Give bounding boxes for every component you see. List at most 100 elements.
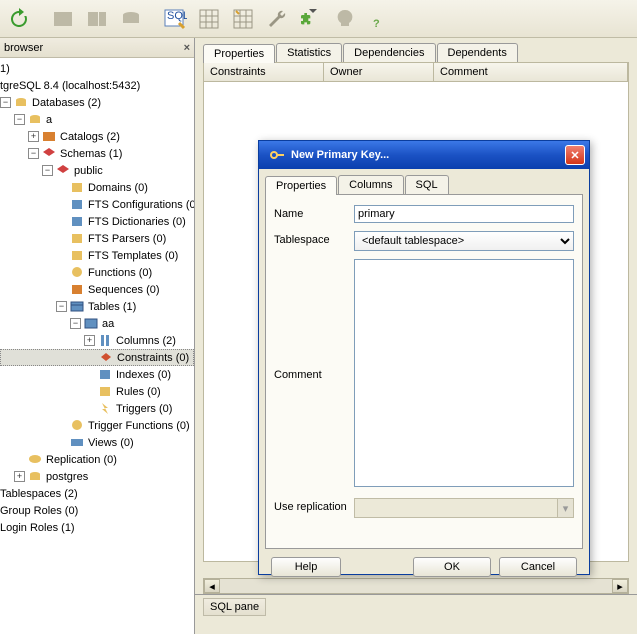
collapse-icon[interactable]: − xyxy=(28,148,39,159)
tab-properties[interactable]: Properties xyxy=(203,44,275,63)
domains-icon xyxy=(70,181,85,194)
col-owner[interactable]: Owner xyxy=(324,63,434,81)
constraints-icon xyxy=(99,351,114,364)
help-icon[interactable]: ? xyxy=(364,4,394,34)
scroll-left-icon[interactable]: ◂ xyxy=(204,579,220,593)
dlg-tab-columns[interactable]: Columns xyxy=(338,175,403,194)
views-node[interactable]: Views (0) xyxy=(88,437,134,449)
scroll-right-icon[interactable]: ▸ xyxy=(612,579,628,593)
object-browser-panel: browser × 1) tgreSQL 8.4 (localhost:5432… xyxy=(0,38,195,634)
rules-icon xyxy=(98,385,113,398)
grid-header: Constraints Owner Comment xyxy=(203,62,629,82)
replication-node[interactable]: Replication (0) xyxy=(46,454,117,466)
public-node[interactable]: public xyxy=(74,165,103,177)
main-tabbar: Properties Statistics Dependencies Depen… xyxy=(195,38,637,62)
db-a-node[interactable]: a xyxy=(46,114,52,126)
rules-node[interactable]: Rules (0) xyxy=(116,386,161,398)
expand-icon[interactable]: + xyxy=(84,335,95,346)
fts-dict-node[interactable]: FTS Dictionaries (0) xyxy=(88,216,186,228)
fts-template-icon xyxy=(70,249,85,262)
tb-icon-1[interactable] xyxy=(48,4,78,34)
columns-node[interactable]: Columns (2) xyxy=(116,335,176,347)
collapse-icon[interactable]: − xyxy=(42,165,53,176)
collapse-icon[interactable]: − xyxy=(0,97,11,108)
collapse-icon[interactable]: − xyxy=(14,114,25,125)
object-tree[interactable]: 1) tgreSQL 8.4 (localhost:5432) −Databas… xyxy=(0,58,194,634)
database-group-icon xyxy=(14,96,29,109)
trig-func-node[interactable]: Trigger Functions (0) xyxy=(88,420,190,432)
label-tablespace: Tablespace xyxy=(274,231,354,246)
ok-button[interactable]: OK xyxy=(413,557,491,577)
constraints-node[interactable]: Constraints (0) xyxy=(117,352,189,364)
table-icon xyxy=(84,317,99,330)
catalogs-node[interactable]: Catalogs (2) xyxy=(60,131,120,143)
triggers-icon xyxy=(98,402,113,415)
close-icon[interactable]: × xyxy=(184,42,190,54)
expand-icon[interactable]: + xyxy=(28,131,39,142)
tb-icon-3[interactable] xyxy=(116,4,146,34)
dialog-titlebar[interactable]: New Primary Key... ✕ xyxy=(259,141,589,169)
functions-node[interactable]: Functions (0) xyxy=(88,267,152,279)
login-roles-node[interactable]: Login Roles (1) xyxy=(0,522,75,534)
collapse-icon[interactable]: − xyxy=(56,301,67,312)
plugin-icon[interactable] xyxy=(296,4,326,34)
expand-icon[interactable]: + xyxy=(14,471,25,482)
new-primary-key-dialog: New Primary Key... ✕ Properties Columns … xyxy=(258,140,590,575)
sql-pane: SQL pane xyxy=(195,594,637,634)
wrench-icon[interactable] xyxy=(262,4,292,34)
label-name: Name xyxy=(274,205,354,220)
database-icon xyxy=(28,470,43,483)
use-replication-select: ▾ xyxy=(354,498,574,518)
grid-icon-2[interactable] xyxy=(228,4,258,34)
grid-icon-1[interactable] xyxy=(194,4,224,34)
server-node[interactable]: tgreSQL 8.4 (localhost:5432) xyxy=(0,80,140,92)
fts-pars-node[interactable]: FTS Parsers (0) xyxy=(88,233,166,245)
sequences-node[interactable]: Sequences (0) xyxy=(88,284,160,296)
collapse-icon[interactable]: − xyxy=(70,318,81,329)
dialog-page-properties: Name Tablespace <default tablespace> Com… xyxy=(265,194,583,549)
dialog-close-button[interactable]: ✕ xyxy=(565,145,585,165)
tab-dependents[interactable]: Dependents xyxy=(437,43,518,62)
dialog-button-row: Help OK Cancel xyxy=(265,549,583,577)
name-input[interactable] xyxy=(354,205,574,223)
schema-icon xyxy=(56,164,71,177)
triggers-node[interactable]: Triggers (0) xyxy=(116,403,172,415)
replication-icon xyxy=(28,453,43,466)
postgres-node[interactable]: postgres xyxy=(46,471,88,483)
tb-icon-2[interactable] xyxy=(82,4,112,34)
fts-parser-icon xyxy=(70,232,85,245)
indexes-icon xyxy=(98,368,113,381)
tablespaces-node[interactable]: Tablespaces (2) xyxy=(0,488,78,500)
group-roles-node[interactable]: Group Roles (0) xyxy=(0,505,78,517)
columns-icon xyxy=(98,334,113,347)
database-icon xyxy=(28,113,43,126)
indexes-node[interactable]: Indexes (0) xyxy=(116,369,171,381)
hint-icon[interactable] xyxy=(330,4,360,34)
trigger-func-icon xyxy=(70,419,85,432)
svg-text:SQL: SQL xyxy=(167,10,187,22)
dlg-tab-properties[interactable]: Properties xyxy=(265,176,337,195)
domains-node[interactable]: Domains (0) xyxy=(88,182,148,194)
label-comment: Comment xyxy=(274,259,354,381)
tables-icon xyxy=(70,300,85,313)
refresh-icon[interactable] xyxy=(4,4,34,34)
cancel-button[interactable]: Cancel xyxy=(499,557,577,577)
table-aa-node[interactable]: aa xyxy=(102,318,114,330)
tab-statistics[interactable]: Statistics xyxy=(276,43,342,62)
schemas-node[interactable]: Schemas (1) xyxy=(60,148,122,160)
col-comment[interactable]: Comment xyxy=(434,63,628,81)
databases-node[interactable]: Databases (2) xyxy=(32,97,101,109)
catalogs-icon xyxy=(42,130,57,143)
tablespace-select[interactable]: <default tablespace> xyxy=(354,231,574,251)
tab-dependencies[interactable]: Dependencies xyxy=(343,43,435,62)
help-button[interactable]: Help xyxy=(271,557,341,577)
dlg-tab-sql[interactable]: SQL xyxy=(405,175,449,194)
functions-icon xyxy=(70,266,85,279)
fts-conf-node[interactable]: FTS Configurations (0) xyxy=(88,199,194,211)
sql-editor-icon[interactable]: SQL xyxy=(160,4,190,34)
col-constraints[interactable]: Constraints xyxy=(204,63,324,81)
fts-temp-node[interactable]: FTS Templates (0) xyxy=(88,250,178,262)
browser-title: browser xyxy=(4,42,43,54)
comment-textarea[interactable] xyxy=(354,259,574,487)
tables-node[interactable]: Tables (1) xyxy=(88,301,136,313)
